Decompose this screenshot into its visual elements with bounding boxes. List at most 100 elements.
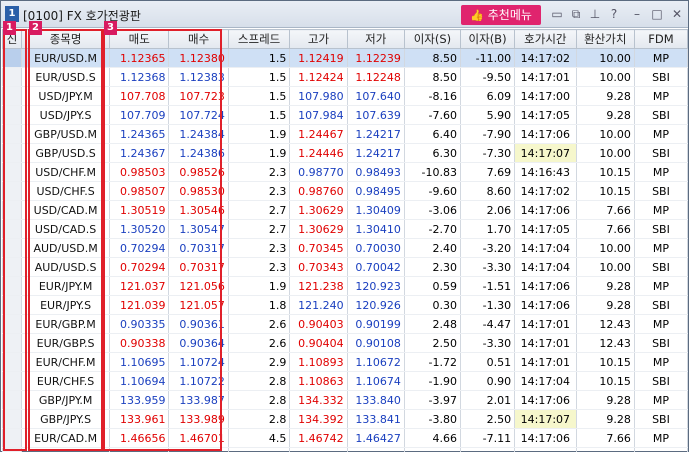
table-row[interactable]: USD/CHF.S 0.98507 0.98530 2.3 0.98760 0.98495… [1, 181, 689, 201]
high-cell: 1.10893 [289, 352, 348, 372]
ask-cell: 121.056 [168, 276, 229, 296]
spread-cell: 4.5 [227, 428, 291, 448]
maximize-icon[interactable]: □ [649, 6, 665, 22]
quote-time-cell: 14:17:05 [514, 219, 577, 239]
bid-cell: 0.00000 [109, 447, 170, 452]
swap-buy-cell: -7.90 [460, 124, 516, 144]
ask-cell: 0.98526 [168, 162, 229, 182]
sign-cell [1, 447, 23, 452]
swap-sell-cell: 0.00 [403, 447, 462, 452]
quote-time-header[interactable]: 호가시간 [514, 29, 577, 49]
low-header[interactable]: 저가 [346, 29, 405, 49]
conversion-value-cell: 10.15 [575, 181, 635, 201]
table-row[interactable]: AUD/USD.M 0.70294 0.70317 2.3 0.70345 0.70030… [1, 238, 689, 258]
fdm-cell: SBI [633, 105, 689, 125]
ask-header[interactable]: 매수 [168, 29, 229, 49]
spread-cell: 1.5 [227, 48, 291, 68]
sign-cell [1, 124, 23, 144]
table-row[interactable]: EUR/CAD.M 1.46656 1.46701 4.5 1.46742 1.46427… [1, 428, 689, 448]
symbol-cell: USD/JPY.S [21, 105, 111, 125]
table-row[interactable]: GBP/JPY.M 133.959 133.987 2.8 134.332 133.840… [1, 390, 689, 410]
spread-cell: 2.7 [227, 219, 291, 239]
swap-buy-cell: -3.30 [460, 257, 516, 277]
bid-header[interactable]: 매도 [109, 29, 170, 49]
fdm-cell: MP [633, 48, 689, 68]
window-layout-icon[interactable]: ▭ [549, 6, 565, 22]
conversion-value-header[interactable]: 환산가치 [575, 29, 635, 49]
high-header[interactable]: 고가 [289, 29, 348, 49]
fdm-cell: SBI [633, 333, 689, 353]
bid-cell: 121.037 [109, 276, 170, 296]
swap-sell-cell: 0.30 [403, 295, 462, 315]
fdm-cell: MP [633, 314, 689, 334]
table-row[interactable]: EUR/USD.M 1.12365 1.12380 1.5 1.12419 1.12239… [1, 48, 689, 68]
quote-time-cell: 00:00:00 [514, 447, 577, 452]
close-icon[interactable]: ✕ [669, 6, 685, 22]
quote-time-cell: 14:16:43 [514, 162, 577, 182]
recommended-menu-button[interactable]: 👍 추천메뉴 [461, 5, 541, 25]
low-cell: 0.70042 [346, 257, 405, 277]
high-cell: 0.98760 [289, 181, 348, 201]
low-cell: 133.840 [346, 390, 405, 410]
symbol-cell: USD/JPY.M [21, 86, 111, 106]
minimize-icon[interactable]: – [629, 6, 645, 22]
swap-buy-cell: -9.50 [460, 67, 516, 87]
table-row[interactable]: USD/CAD.M 1.30519 1.30546 2.7 1.30629 1.30409… [1, 200, 689, 220]
help-icon[interactable]: ? [606, 6, 622, 22]
high-cell: 0.70343 [289, 257, 348, 277]
ask-cell: 0.70317 [168, 257, 229, 277]
table-row[interactable]: USD/CAD.S 1.30520 1.30547 2.7 1.30629 1.30410… [1, 219, 689, 239]
copy-window-icon[interactable]: ⧉ [568, 6, 584, 22]
high-cell: 0.90404 [289, 333, 348, 353]
table-row[interactable]: GBP/USD.S 1.24367 1.24386 1.9 1.24446 1.24217… [1, 143, 689, 163]
ask-cell: 133.987 [168, 390, 229, 410]
bid-cell: 1.12365 [109, 48, 170, 68]
table-row[interactable]: USD/JPY.S 107.709 107.724 1.5 107.984 107.639… [1, 105, 689, 125]
low-cell: 107.639 [346, 105, 405, 125]
table-row[interactable]: AUD/USD.S 0.70294 0.70317 2.3 0.70343 0.70042… [1, 257, 689, 277]
swap-sell-cell: -3.80 [403, 409, 462, 429]
table-row[interactable]: EUR/JPY.S 121.039 121.057 1.8 121.240 120.926… [1, 295, 689, 315]
ask-cell: 0.70317 [168, 238, 229, 258]
spread-cell: 0.0 [227, 447, 291, 452]
conversion-value-cell: 10.15 [575, 352, 635, 372]
high-cell: 107.980 [289, 86, 348, 106]
table-row[interactable]: EUR/USD.S 1.12368 1.12383 1.5 1.12424 1.12248… [1, 67, 689, 87]
bid-cell: 107.708 [109, 86, 170, 106]
table-row[interactable]: EUR/GBP.M 0.90335 0.90361 2.6 0.90403 0.90199… [1, 314, 689, 334]
table-row[interactable]: GBP/USD.M 1.24365 1.24384 1.9 1.24467 1.24217… [1, 124, 689, 144]
swap-sell-cell: -9.60 [403, 181, 462, 201]
swap-buy-header[interactable]: 이자(B) [460, 29, 516, 49]
ask-cell: 1.24386 [168, 143, 229, 163]
fdm-cell: SBI [633, 371, 689, 391]
conversion-value-cell [575, 447, 635, 452]
low-cell: 107.640 [346, 86, 405, 106]
conversion-value-cell: 10.15 [575, 371, 635, 391]
swap-sell-header[interactable]: 이자(S) [403, 29, 462, 49]
table-row[interactable]: EUR/GBP.S 0.90338 0.90364 2.6 0.90404 0.90108… [1, 333, 689, 353]
table-row[interactable]: EUR/JPY.M 121.037 121.056 1.9 121.238 120.923… [1, 276, 689, 296]
low-cell: 1.12248 [346, 67, 405, 87]
high-cell: 1.30629 [289, 200, 348, 220]
quote-table: 신 종목명 매도 매수 스프레드 고가 저가 이자(S) 이자(B) 호가시간 환산가치 FDM EU… [1, 29, 689, 452]
fdm-header[interactable]: FDM [633, 29, 689, 49]
bid-cell: 1.30519 [109, 200, 170, 220]
bid-cell: 0.90338 [109, 333, 170, 353]
sign-cell [1, 48, 23, 68]
table-row[interactable]: USD/CHF.M 0.98503 0.98526 2.3 0.98770 0.98493… [1, 162, 689, 182]
table-row[interactable]: EUR/CHF.M 1.10695 1.10724 2.9 1.10893 1.10672… [1, 352, 689, 372]
swap-sell-cell: -1.72 [403, 352, 462, 372]
table-row[interactable]: EUR/CHF.S 1.10694 1.10722 2.8 1.10863 1.10674… [1, 371, 689, 391]
table-row[interactable]: EUR/CAD.S0.000000.000000.00.000.0000:00:… [1, 447, 689, 452]
sign-cell [1, 295, 23, 315]
table-row[interactable]: GBP/JPY.S 133.961 133.989 2.8 134.392 133.841… [1, 409, 689, 429]
symbol-cell: GBP/JPY.S [21, 409, 111, 429]
sign-cell [1, 67, 23, 87]
quote-time-cell: 14:17:06 [514, 295, 577, 315]
pin-icon[interactable]: ⊥ [587, 6, 603, 22]
spread-header[interactable]: 스프레드 [227, 29, 291, 49]
conversion-value-cell: 9.28 [575, 409, 635, 429]
low-cell: 1.30410 [346, 219, 405, 239]
swap-buy-cell: -7.30 [460, 143, 516, 163]
table-row[interactable]: USD/JPY.M 107.708 107.723 1.5 107.980 107.640… [1, 86, 689, 106]
